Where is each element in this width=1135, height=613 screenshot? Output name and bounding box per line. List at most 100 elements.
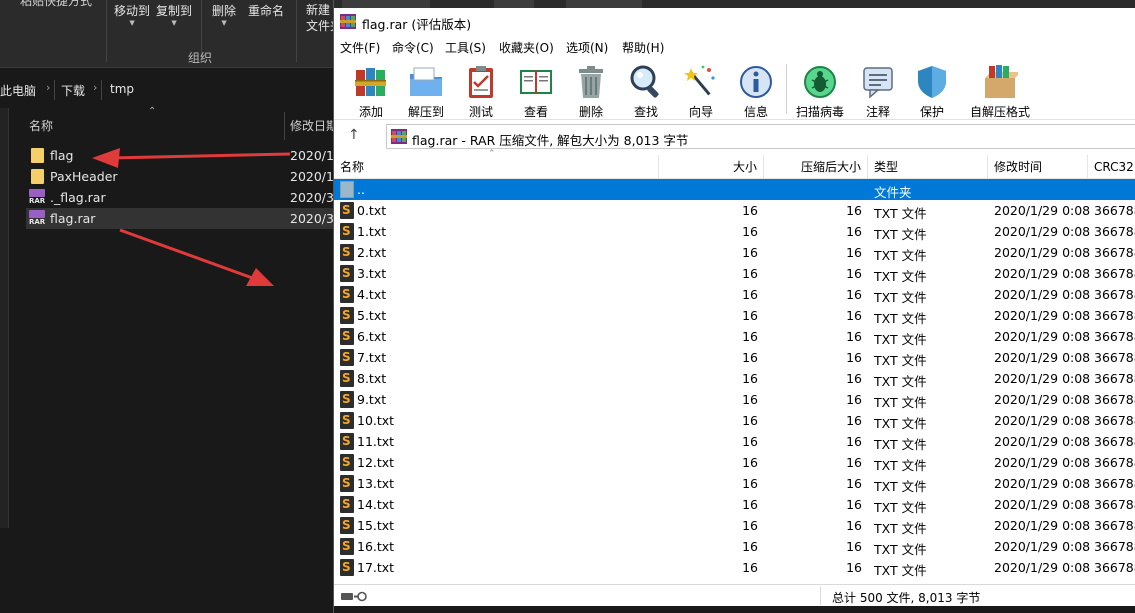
cell-modified: 2020/1/29 0:08 [994, 287, 1091, 302]
table-row[interactable]: S13.txt 16 16 TXT 文件 2020/1/29 0:08366788 [334, 473, 1135, 494]
text-file-icon: S [340, 475, 354, 492]
cell-name: 2.txt [357, 245, 387, 260]
cell-size: 16 [742, 308, 758, 323]
menu-favorites[interactable]: 收藏夹(O) [499, 39, 554, 56]
table-row[interactable]: S7.txt 16 16 TXT 文件 2020/1/29 0:08366788 [334, 347, 1135, 368]
add-button[interactable]: 添加 [341, 62, 401, 119]
table-row[interactable]: S10.txt 16 16 TXT 文件 2020/1/29 0:08366788 [334, 410, 1135, 431]
text-file-icon: S [340, 223, 354, 240]
table-row[interactable]: S17.txt 16 16 TXT 文件 2020/1/29 0:08366788 [334, 557, 1135, 578]
cell-type: TXT 文件 [874, 563, 927, 578]
table-row[interactable]: S8.txt 16 16 TXT 文件 2020/1/29 0:08366788 [334, 368, 1135, 389]
table-row[interactable]: S16.txt 16 16 TXT 文件 2020/1/29 0:08366788 [334, 536, 1135, 557]
table-row[interactable]: S5.txt 16 16 TXT 文件 2020/1/29 0:08366788 [334, 305, 1135, 326]
cell-type: TXT 文件 [874, 437, 927, 452]
winrar-app-icon [340, 14, 356, 29]
sfx-label: 自解压格式 [969, 105, 1030, 119]
cell-size: 16 [742, 413, 758, 428]
cell-packed: 16 [846, 245, 862, 260]
menu-file[interactable]: 文件(F) [340, 39, 380, 56]
table-row[interactable]: S0.txt 16 16 TXT 文件 2020/1/29 0:08366788 [334, 200, 1135, 221]
cell-packed: 16 [846, 287, 862, 302]
status-summary: 总计 500 文件, 8,013 字节 [832, 591, 981, 605]
path-bar: ↑ flag.rar - RAR 压缩文件, 解包大小为 8,013 字节 [334, 122, 1135, 150]
delete-button[interactable]: 删除 [561, 62, 621, 119]
shield-icon [918, 66, 946, 98]
cell-size: 16 [742, 476, 758, 491]
cell-crc: 366788 [1094, 497, 1135, 512]
cell-type: TXT 文件 [874, 500, 927, 515]
text-file-icon: S [340, 538, 354, 555]
add-books-icon [355, 68, 386, 96]
title-bar[interactable]: flag.rar (评估版本) [334, 8, 1135, 36]
sfx-button[interactable]: 自解压格式 [962, 62, 1038, 119]
table-row[interactable]: S2.txt 16 16 TXT 文件 2020/1/29 0:08366788 [334, 242, 1135, 263]
up-arrow-icon[interactable]: ↑ [348, 127, 360, 143]
file-list[interactable]: .. 文件夹 S 0.txt 16 16 TXT 文件 2020/1/29 0:08 36678… [334, 179, 1135, 579]
cell-packed: 16 [846, 476, 862, 491]
cell-crc: 366788 [1094, 455, 1135, 470]
find-button[interactable]: 查找 [616, 62, 676, 119]
cell-type: 文件夹 [874, 185, 912, 200]
add-label: 添加 [358, 105, 383, 119]
cell-packed: 16 [846, 371, 862, 386]
magnifier-icon [630, 65, 659, 98]
cell-crc: 366788 [1094, 308, 1135, 323]
cell-packed: 16 [846, 308, 862, 323]
scan-virus-button[interactable]: 扫描病毒 [790, 62, 850, 119]
column-header-type[interactable]: 类型 [868, 155, 988, 179]
cell-size: 16 [742, 518, 758, 533]
cell-name: 11.txt [357, 434, 395, 449]
column-header-modified[interactable]: 修改时间 [988, 155, 1088, 179]
status-bar: 总计 500 文件, 8,013 字节 [334, 584, 1135, 606]
cell-name: 9.txt [357, 392, 387, 407]
table-row[interactable]: S1.txt 16 16 TXT 文件 2020/1/29 0:08366788 [334, 221, 1135, 242]
menu-options[interactable]: 选项(N) [566, 39, 608, 56]
column-header-name[interactable]: 名称 [334, 155, 659, 179]
red-arrow-from-flag-rar [119, 228, 274, 286]
table-row[interactable]: S6.txt 16 16 TXT 文件 2020/1/29 0:08366788 [334, 326, 1135, 347]
menu-help[interactable]: 帮助(H) [622, 39, 664, 56]
parent-folder-row[interactable]: .. 文件夹 [334, 179, 1135, 200]
table-row[interactable]: S15.txt 16 16 TXT 文件 2020/1/29 0:08366788 [334, 515, 1135, 536]
test-button[interactable]: 测试 [451, 62, 511, 119]
wizard-button[interactable]: 向导 [671, 62, 731, 119]
archive-path-field[interactable]: flag.rar - RAR 压缩文件, 解包大小为 8,013 字节 [386, 124, 1135, 149]
table-row[interactable]: S9.txt 16 16 TXT 文件 2020/1/29 0:08366788 [334, 389, 1135, 410]
cell-packed: 16 [846, 539, 862, 554]
cell-size: 16 [742, 539, 758, 554]
cell-type: TXT 文件 [874, 395, 927, 410]
column-header-crc[interactable]: CRC32 [1088, 155, 1135, 179]
column-header-packed[interactable]: 压缩后大小 [764, 155, 868, 179]
delete-label: 删除 [578, 105, 603, 119]
cell-size: 16 [742, 371, 758, 386]
view-book-icon [520, 70, 552, 94]
info-button[interactable]: 信息 [726, 62, 786, 119]
column-header-size[interactable]: 大小 [659, 155, 764, 179]
table-row[interactable]: S12.txt 16 16 TXT 文件 2020/1/29 0:08366788 [334, 452, 1135, 473]
table-row[interactable]: S11.txt 16 16 TXT 文件 2020/1/29 0:08366788 [334, 431, 1135, 452]
cell-modified: 2020/1/29 0:08 [994, 224, 1091, 239]
status-divider [820, 587, 821, 605]
view-button[interactable]: 查看 [506, 62, 566, 119]
cell-modified: 2020/1/29 0:08 [994, 560, 1091, 575]
table-row[interactable]: S3.txt 16 16 TXT 文件 2020/1/29 0:08366788 [334, 263, 1135, 284]
menu-tools[interactable]: 工具(S) [445, 39, 486, 56]
lock-key-icon [341, 591, 367, 602]
table-row[interactable]: S14.txt 16 16 TXT 文件 2020/1/29 0:08366788 [334, 494, 1135, 515]
cell-type: TXT 文件 [874, 206, 927, 221]
text-file-icon: S [340, 307, 354, 324]
cell-modified: 2020/1/29 0:08 [994, 371, 1091, 386]
protect-button[interactable]: 保护 [902, 62, 962, 119]
comment-button[interactable]: 注释 [848, 62, 908, 119]
cell-modified: 2020/1/29 0:08 [994, 455, 1091, 470]
menu-bar: 文件(F) 命令(C) 工具(S) 收藏夹(O) 选项(N) 帮助(H) [334, 36, 1135, 58]
wizard-wand-icon [684, 65, 715, 96]
table-row[interactable]: S4.txt 16 16 TXT 文件 2020/1/29 0:08366788 [334, 284, 1135, 305]
cell-size: 16 [742, 287, 758, 302]
cell-modified: 2020/1/29 0:08 [994, 476, 1091, 491]
cell-packed: 16 [846, 329, 862, 344]
cell-crc: 366788 [1094, 287, 1135, 302]
extract-to-button[interactable]: 解压到 [396, 62, 456, 119]
menu-commands[interactable]: 命令(C) [392, 39, 434, 56]
